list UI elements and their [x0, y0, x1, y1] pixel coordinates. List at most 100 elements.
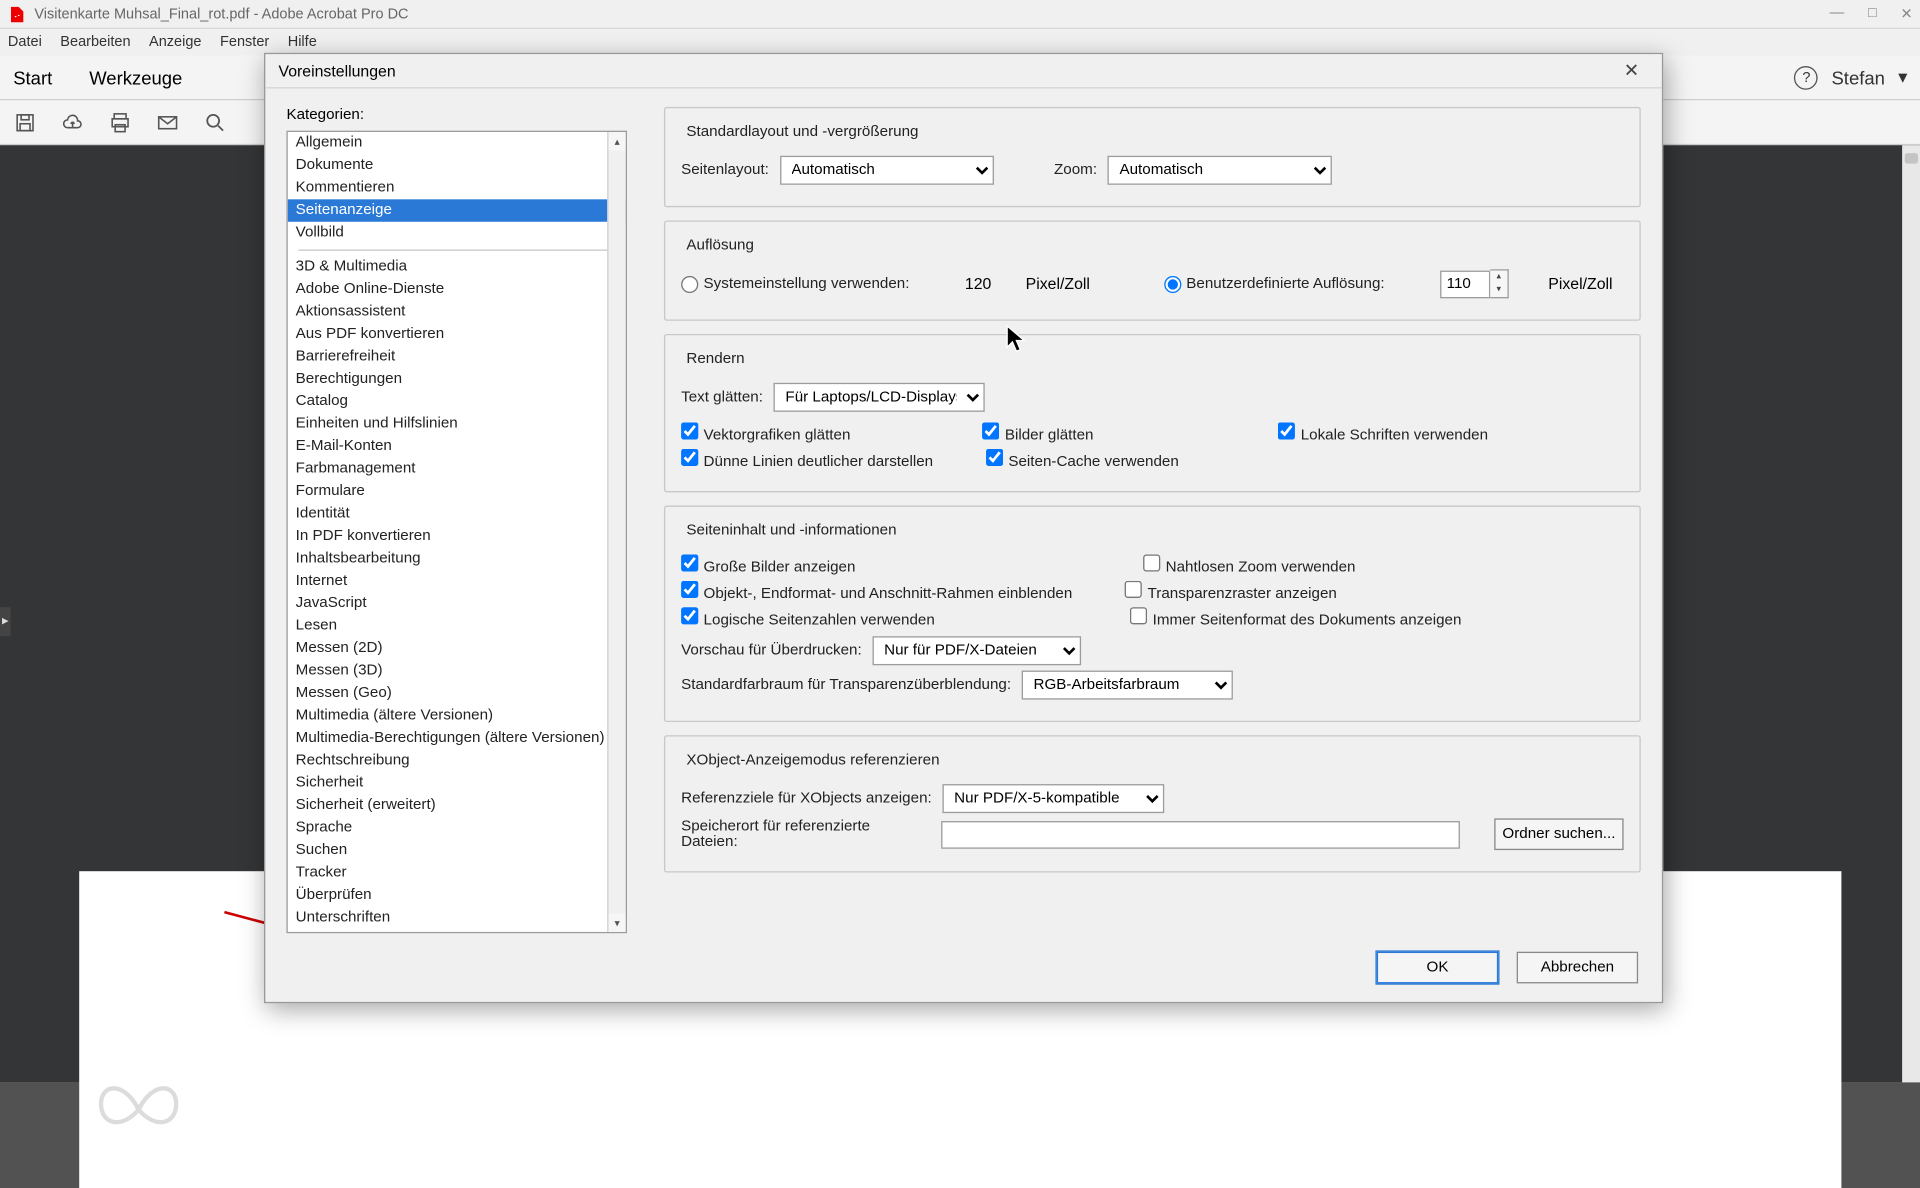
referenz-label: Referenzziele für XObjects anzeigen: [681, 791, 932, 807]
dialog-close-button[interactable]: ✕ [1614, 56, 1648, 85]
print-icon[interactable] [108, 110, 132, 134]
category-item[interactable]: Aus PDF konvertieren [288, 323, 626, 345]
cache-checkbox[interactable]: Seiten-Cache verwenden [986, 449, 1179, 470]
menu-fenster[interactable]: Fenster [220, 34, 269, 50]
category-item[interactable]: Messen (Geo) [288, 682, 626, 704]
text-glaetten-dropdown[interactable]: Für Laptops/LCD-Displays [774, 383, 985, 412]
category-item[interactable]: Aktionsassistent [288, 301, 626, 323]
grosse-checkbox[interactable]: Große Bilder anzeigen [681, 554, 855, 575]
vertical-scrollbar[interactable] [1902, 145, 1920, 1082]
category-item[interactable]: Catalog [288, 391, 626, 413]
lokale-checkbox[interactable]: Lokale Schriften verwenden [1278, 422, 1488, 443]
group-render-legend: Rendern [681, 351, 750, 367]
vorschau-dropdown[interactable]: Nur für PDF/X-Dateien [872, 636, 1081, 665]
category-item[interactable]: Sicherheit [288, 772, 626, 794]
vektor-checkbox[interactable]: Vektorgrafiken glätten [681, 422, 850, 443]
category-item[interactable]: Vollbild [288, 222, 626, 244]
category-item[interactable]: Kommentieren [288, 177, 626, 199]
categories-label: Kategorien: [286, 107, 632, 123]
system-resolution-value: 120 [965, 275, 991, 293]
farbraum-label: Standardfarbraum für Transparenzüberblen… [681, 677, 1011, 693]
category-item[interactable]: Sprache [288, 817, 626, 839]
vorschau-label: Vorschau für Überdrucken: [681, 643, 862, 659]
text-glaetten-label: Text glätten: [681, 389, 763, 405]
immer-checkbox[interactable]: Immer Seitenformat des Dokuments anzeige… [1130, 607, 1461, 628]
scroll-up-icon[interactable]: ▴ [609, 132, 626, 150]
close-window-button[interactable]: ✕ [1901, 5, 1913, 22]
menu-anzeige[interactable]: Anzeige [149, 34, 201, 50]
category-item[interactable]: Barrierefreiheit [288, 346, 626, 368]
group-resolution-legend: Auflösung [681, 238, 759, 254]
referenz-dropdown[interactable]: Nur PDF/X-5-kompatible [942, 784, 1164, 813]
category-item[interactable]: Sicherheit (erweitert) [288, 795, 626, 817]
category-item[interactable]: Formulare [288, 480, 626, 502]
tab-werkzeuge[interactable]: Werkzeuge [89, 67, 182, 88]
transparenz-checkbox[interactable]: Transparenzraster anzeigen [1125, 581, 1337, 602]
category-item[interactable]: Allgemein [288, 132, 626, 154]
category-item[interactable]: Farbmanagement [288, 458, 626, 480]
nahtlos-checkbox[interactable]: Nahtlosen Zoom verwenden [1143, 554, 1355, 575]
save-icon[interactable] [13, 110, 37, 134]
cancel-button[interactable]: Abbrechen [1517, 952, 1638, 984]
side-panel-handle[interactable]: ▸ [0, 607, 11, 636]
menu-datei[interactable]: Datei [8, 34, 42, 50]
mail-icon[interactable] [156, 110, 180, 134]
category-item[interactable]: Unterschriften [288, 907, 626, 929]
category-item[interactable]: Multimedia (ältere Versionen) [288, 705, 626, 727]
category-item[interactable]: Suchen [288, 840, 626, 862]
zoom-dropdown[interactable]: Automatisch [1108, 156, 1332, 185]
category-item[interactable]: Lesen [288, 615, 626, 637]
category-item[interactable]: Einheiten und Hilfslinien [288, 413, 626, 435]
category-item[interactable]: Seitenanzeige [288, 199, 626, 221]
category-item[interactable]: Messen (2D) [288, 638, 626, 660]
list-scrollbar[interactable]: ▴ ▾ [607, 132, 625, 932]
category-item[interactable]: Berechtigungen [288, 368, 626, 390]
system-resolution-radio[interactable]: Systemeinstellung verwenden: [681, 275, 909, 292]
category-item[interactable]: Identität [288, 503, 626, 525]
ok-button[interactable]: OK [1377, 952, 1498, 984]
category-item[interactable]: In PDF konvertieren [288, 525, 626, 547]
help-icon[interactable]: ? [1795, 65, 1819, 89]
tab-start[interactable]: Start [13, 67, 52, 88]
category-item[interactable]: Messen (3D) [288, 660, 626, 682]
minimize-button[interactable]: — [1830, 5, 1845, 22]
categories-listbox[interactable]: AllgemeinDokumenteKommentierenSeitenanze… [286, 131, 627, 934]
category-item[interactable]: E-Mail-Konten [288, 436, 626, 458]
bilder-checkbox[interactable]: Bilder glätten [982, 422, 1093, 443]
category-item[interactable]: Rechtschreibung [288, 750, 626, 772]
category-item[interactable]: Adobe Online-Dienste [288, 279, 626, 301]
category-item[interactable]: Dokumente [288, 154, 626, 176]
custom-resolution-radio[interactable]: Benutzerdefinierte Auflösung: [1164, 275, 1385, 292]
objekt-checkbox[interactable]: Objekt-, Endformat- und Anschnitt-Rahmen… [681, 581, 1072, 602]
user-name[interactable]: Stefan [1831, 67, 1884, 88]
zoom-label: Zoom: [1054, 162, 1097, 178]
custom-resolution-spinner[interactable]: ▴▾ [1440, 269, 1509, 298]
custom-resolution-input[interactable] [1440, 270, 1490, 298]
search-icon[interactable] [203, 110, 227, 134]
scroll-down-icon[interactable]: ▾ [609, 913, 626, 931]
menu-hilfe[interactable]: Hilfe [288, 34, 317, 50]
category-item[interactable]: 3D & Multimedia [288, 256, 626, 278]
category-item[interactable]: Überprüfen [288, 884, 626, 906]
spin-down-icon[interactable]: ▾ [1490, 284, 1507, 297]
preferences-dialog: Voreinstellungen ✕ Kategorien: Allgemein… [264, 53, 1663, 1003]
speicherort-input[interactable] [941, 820, 1460, 848]
spin-up-icon[interactable]: ▴ [1490, 271, 1507, 284]
menu-bearbeiten[interactable]: Bearbeiten [60, 34, 130, 50]
seitenlayout-label: Seitenlayout: [681, 162, 769, 178]
duenne-checkbox[interactable]: Dünne Linien deutlicher darstellen [681, 449, 933, 470]
seitenlayout-dropdown[interactable]: Automatisch [779, 156, 993, 185]
category-item[interactable]: Tracker [288, 862, 626, 884]
cloud-icon[interactable] [61, 110, 85, 134]
logische-checkbox[interactable]: Logische Seitenzahlen verwenden [681, 607, 935, 628]
category-item[interactable]: JavaScript [288, 593, 626, 615]
titlebar: Visitenkarte Muhsal_Final_rot.pdf - Adob… [0, 0, 1920, 29]
category-item[interactable]: Internet [288, 570, 626, 592]
maximize-button[interactable]: □ [1868, 5, 1877, 22]
farbraum-dropdown[interactable]: RGB-Arbeitsfarbraum [1022, 671, 1233, 700]
user-menu-chevron-icon[interactable]: ▾ [1898, 66, 1907, 88]
category-item[interactable]: Inhaltsbearbeitung [288, 548, 626, 570]
ordner-suchen-button[interactable]: Ordner suchen... [1494, 818, 1623, 850]
speicherort-label: Speicherort für referenzierte Dateien: [681, 818, 930, 850]
category-item[interactable]: Multimedia-Berechtigungen (ältere Versio… [288, 727, 626, 749]
